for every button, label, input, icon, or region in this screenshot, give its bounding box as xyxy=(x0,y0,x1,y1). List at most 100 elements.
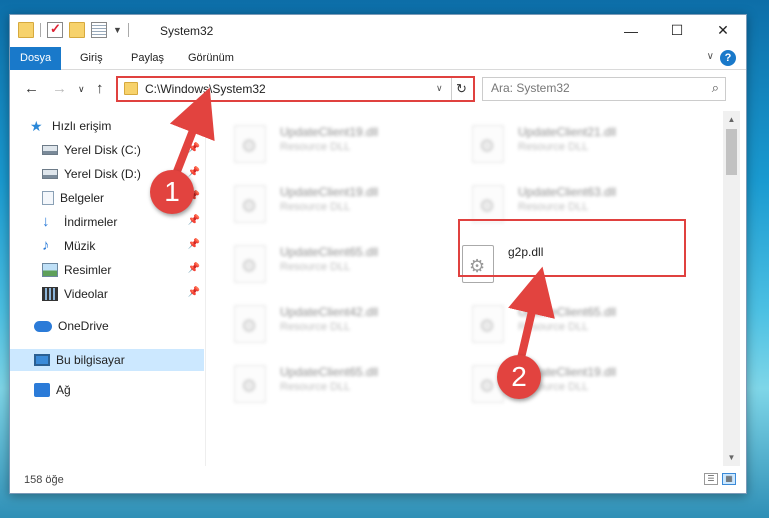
sidebar-item-network[interactable]: Ağ xyxy=(10,379,204,401)
dll-file-icon xyxy=(234,245,266,283)
file-name: UpdateClient65.dll xyxy=(280,245,379,259)
view-switcher: ☰ ▦ xyxy=(704,473,736,485)
details-view-icon[interactable]: ☰ xyxy=(704,473,718,485)
list-item[interactable]: UpdateClient21.dll Resource DLL xyxy=(444,117,644,169)
sidebar-item-downloads[interactable]: ↓ İndirmeler 📌 xyxy=(10,211,204,233)
sidebar-item-label: Yerel Disk (D:) xyxy=(64,167,141,181)
sidebar-item-label: OneDrive xyxy=(58,319,109,333)
drive-icon xyxy=(42,169,58,179)
tab-file[interactable]: Dosya xyxy=(10,47,62,70)
sidebar-item-this-pc[interactable]: Bu bilgisayar xyxy=(10,349,204,371)
tab-share[interactable]: Paylaş xyxy=(131,47,164,70)
maximize-button[interactable]: ☐ xyxy=(654,15,700,46)
dll-file-icon xyxy=(472,305,504,343)
search-box[interactable]: ⌕ xyxy=(482,77,726,101)
sidebar-item-label: Müzik xyxy=(64,239,96,253)
expand-ribbon-chevron-icon[interactable]: ∨ xyxy=(707,51,714,62)
sidebar-item-label: İndirmeler xyxy=(64,215,118,229)
file-name: UpdateClient19.dll xyxy=(280,185,379,199)
pin-icon[interactable]: 📌 xyxy=(188,287,200,298)
sidebar-item-label: Videolar xyxy=(64,287,108,301)
g2p-highlight-box xyxy=(458,219,686,277)
pictures-icon xyxy=(42,263,58,277)
forward-button[interactable]: → xyxy=(52,80,67,97)
list-item[interactable]: UpdateClient42.dll Resource DLL xyxy=(206,297,406,349)
up-button[interactable]: ↑ xyxy=(96,80,104,97)
pin-icon[interactable]: 📌 xyxy=(188,263,200,274)
dll-file-icon xyxy=(234,185,266,223)
refresh-icon[interactable]: ↻ xyxy=(451,78,471,100)
search-input[interactable] xyxy=(491,81,691,95)
minimize-button[interactable]: — xyxy=(608,15,654,46)
step-2-badge: 2 xyxy=(497,355,541,399)
file-description: Resource DLL xyxy=(280,141,351,153)
folder-icon xyxy=(124,82,138,95)
network-icon xyxy=(34,383,50,397)
dll-file-icon xyxy=(234,365,266,403)
list-item[interactable]: UpdateClient65.dll Resource DLL xyxy=(206,357,406,409)
list-item[interactable]: UpdateClient19.dll Resource DLL xyxy=(206,117,406,169)
tab-home[interactable]: Giriş xyxy=(80,47,103,70)
file-description: Resource DLL xyxy=(280,261,351,273)
file-description: Resource DLL xyxy=(280,201,351,213)
list-item[interactable]: UpdateClient65.dll Resource DLL xyxy=(206,237,406,289)
list-item[interactable]: UpdateClient19.dll Resource DLL xyxy=(444,357,644,409)
sidebar-item-onedrive[interactable]: OneDrive xyxy=(10,315,204,337)
navigation-bar: ← → ∨ ↑ C:\Windows\System32 ∨ ↻ ⌕ xyxy=(10,71,746,107)
new-folder-icon[interactable] xyxy=(69,22,85,38)
dll-file-icon xyxy=(234,125,266,163)
tab-view[interactable]: Görünüm xyxy=(188,47,234,70)
pin-icon[interactable]: 📌 xyxy=(188,143,200,154)
window-controls: — ☐ ✕ xyxy=(608,15,746,46)
list-item[interactable]: UpdateClient19.dll Resource DLL xyxy=(206,177,406,229)
sidebar-item-pictures[interactable]: Resimler 📌 xyxy=(10,259,204,281)
toolbar-separator xyxy=(40,23,41,37)
sidebar-item-quick-access[interactable]: ★ Hızlı erişim xyxy=(30,115,224,137)
address-bar[interactable]: C:\Windows\System32 ∨ ↻ xyxy=(116,76,475,102)
dll-file-icon xyxy=(472,125,504,163)
file-name: UpdateClient65.dll xyxy=(518,305,617,319)
recent-locations-chevron-icon[interactable]: ∨ xyxy=(78,84,85,95)
close-button[interactable]: ✕ xyxy=(700,15,746,46)
address-dropdown-chevron-icon[interactable]: ∨ xyxy=(436,83,443,94)
download-icon: ↓ xyxy=(42,213,50,230)
file-name: UpdateClient65.dll xyxy=(280,365,379,379)
file-name: UpdateClient42.dll xyxy=(280,305,379,319)
scroll-down-arrow-icon[interactable]: ▼ xyxy=(723,449,740,466)
music-icon: ♪ xyxy=(42,237,50,254)
properties-icon[interactable] xyxy=(91,22,107,38)
sidebar-item-local-disk-c[interactable]: Yerel Disk (C:) 📌 xyxy=(10,139,204,161)
document-icon xyxy=(42,191,54,205)
large-icons-view-icon[interactable]: ▦ xyxy=(722,473,736,485)
sidebar-item-label: Bu bilgisayar xyxy=(56,353,125,367)
vertical-scrollbar[interactable]: ▲ ▼ xyxy=(723,111,740,466)
back-button[interactable]: ← xyxy=(24,80,39,97)
ribbon-tabs: Dosya Giriş Paylaş Görünüm ∨ ? xyxy=(10,47,746,70)
dll-file-icon xyxy=(472,185,504,223)
toolbar-separator xyxy=(127,23,129,37)
properties-check-icon[interactable] xyxy=(47,21,63,38)
sidebar-item-music[interactable]: ♪ Müzik 📌 xyxy=(10,235,204,257)
status-bar: 158 öğe ☰ ▦ xyxy=(10,467,746,493)
drive-icon xyxy=(42,145,58,155)
search-icon[interactable]: ⌕ xyxy=(712,80,719,96)
file-description: Resource DLL xyxy=(518,321,589,333)
pin-icon[interactable]: 📌 xyxy=(188,167,200,178)
pin-icon[interactable]: 📌 xyxy=(188,215,200,226)
help-icon[interactable]: ? xyxy=(720,50,736,66)
navigation-pane: ★ Hızlı erişim Yerel Disk (C:) 📌 Yerel D… xyxy=(10,111,204,466)
quick-access-toolbar: ▼ xyxy=(18,21,129,38)
sidebar-item-label: Belgeler xyxy=(60,191,105,205)
cloud-icon xyxy=(34,320,52,332)
file-name: UpdateClient63.dll xyxy=(518,185,617,199)
customize-toolbar-chevron-icon[interactable]: ▼ xyxy=(113,25,122,35)
sidebar-item-label: Ağ xyxy=(56,383,71,397)
scroll-up-arrow-icon[interactable]: ▲ xyxy=(723,111,740,128)
dll-file-icon xyxy=(234,305,266,343)
sidebar-item-videos[interactable]: Videolar 📌 xyxy=(10,283,204,305)
scroll-thumb[interactable] xyxy=(726,129,737,175)
file-description: Resource DLL xyxy=(280,321,351,333)
address-path[interactable]: C:\Windows\System32 xyxy=(145,82,266,96)
list-item[interactable]: UpdateClient65.dll Resource DLL xyxy=(444,297,644,349)
pin-icon[interactable]: 📌 xyxy=(188,239,200,250)
